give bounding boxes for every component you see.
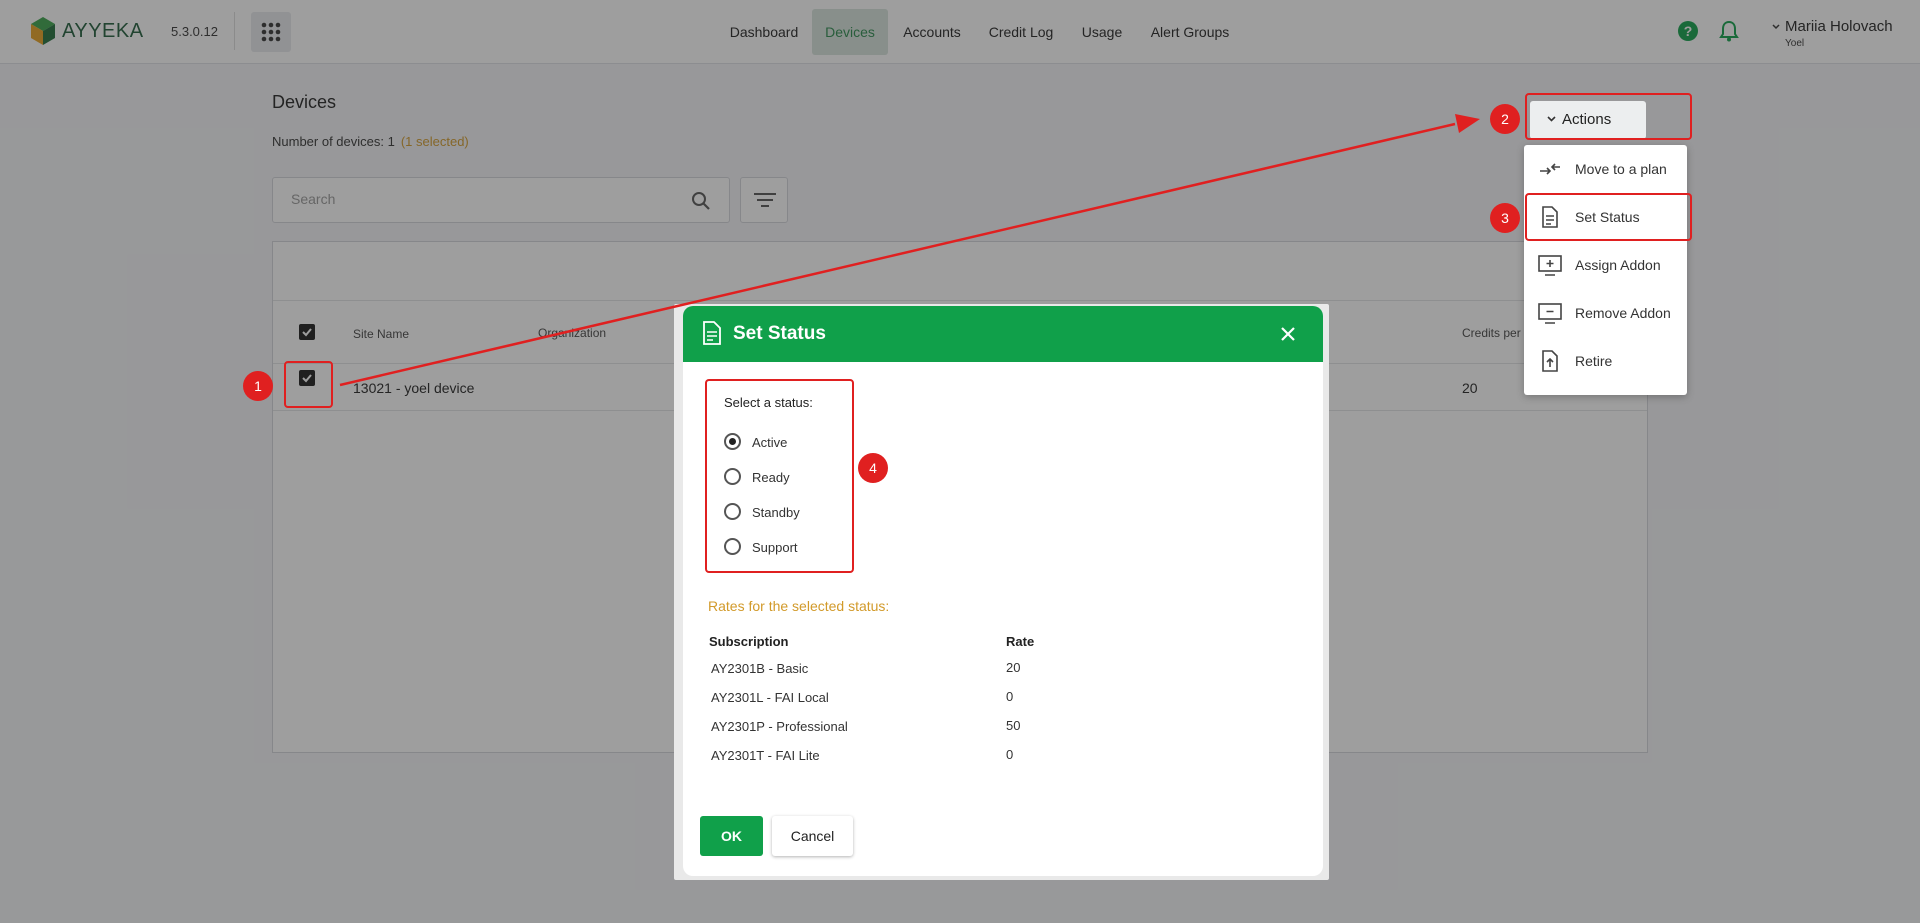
step-badge: 1 — [243, 371, 273, 401]
annotation-arrow — [339, 114, 1480, 387]
step-badge: 4 — [858, 453, 888, 483]
step-badge: 2 — [1490, 104, 1520, 134]
step-badge: 3 — [1490, 203, 1520, 233]
